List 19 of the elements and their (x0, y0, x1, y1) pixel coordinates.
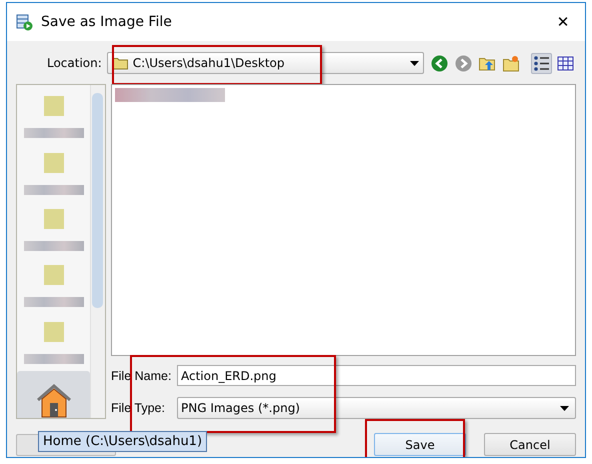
image-file-icon (16, 14, 33, 30)
home-place-button[interactable] (17, 371, 90, 418)
window-title: Save as Image File (41, 14, 172, 30)
back-button[interactable] (429, 52, 450, 74)
scrollbar[interactable] (90, 85, 105, 418)
file-list[interactable] (111, 84, 576, 356)
caret-icon (560, 406, 569, 410)
cancel-button[interactable]: Cancel (484, 433, 576, 456)
location-dropdown[interactable]: C:\Users\dsahu1\Desktop (106, 52, 424, 74)
file-name-field[interactable]: Action_ERD.png (177, 365, 576, 386)
file-type-dropdown[interactable]: PNG Images (*.png) (177, 397, 576, 419)
tooltip: Home (C:\Users\dsahu1) (38, 431, 208, 452)
list-view-button[interactable] (531, 52, 552, 74)
save-button[interactable]: Save (374, 433, 466, 456)
close-button[interactable]: ✕ (541, 7, 585, 37)
caret-icon (410, 60, 419, 66)
file-type-label: File Type: (111, 401, 166, 415)
file-name-label: File Name: (111, 368, 172, 382)
location-label: Location: (46, 56, 103, 70)
